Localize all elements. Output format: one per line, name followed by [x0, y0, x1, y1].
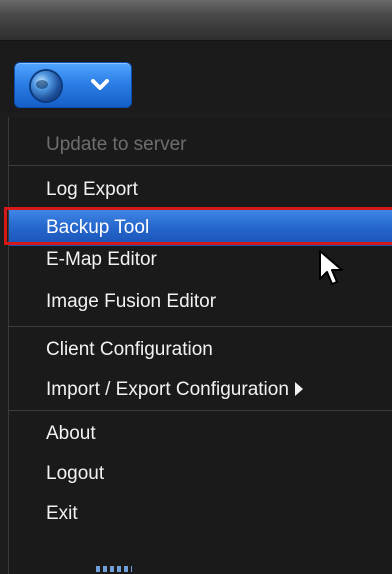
- menu-item-client-configuration[interactable]: Client Configuration: [9, 332, 392, 368]
- submenu-arrow-icon: [294, 382, 303, 396]
- chevron-down-icon: [91, 79, 109, 90]
- main-menu: Update to server Log Export Backup Tool …: [8, 117, 392, 574]
- menu-item-about[interactable]: About: [9, 416, 392, 452]
- menu-item-exit[interactable]: Exit: [9, 496, 392, 532]
- menu-item-logout[interactable]: Logout: [9, 456, 392, 492]
- menu-separator: [9, 326, 392, 327]
- menu-item-import-export-configuration[interactable]: Import / Export Configuration: [9, 372, 392, 408]
- mouse-cursor-icon: [319, 250, 343, 285]
- menu-item-log-export[interactable]: Log Export: [9, 172, 392, 208]
- globe-icon: [31, 71, 61, 101]
- highlight-box: [4, 207, 392, 245]
- window-title-bar: [0, 0, 392, 41]
- menu-separator: [9, 410, 392, 411]
- status-indicator: [96, 566, 132, 572]
- main-menu-button[interactable]: [14, 62, 132, 108]
- menu-item-image-fusion-editor[interactable]: Image Fusion Editor: [9, 284, 392, 320]
- menu-item-update-to-server: Update to server: [46, 134, 187, 155]
- menu-item-label: Import / Export Configuration: [46, 379, 289, 400]
- menu-separator: [9, 165, 392, 166]
